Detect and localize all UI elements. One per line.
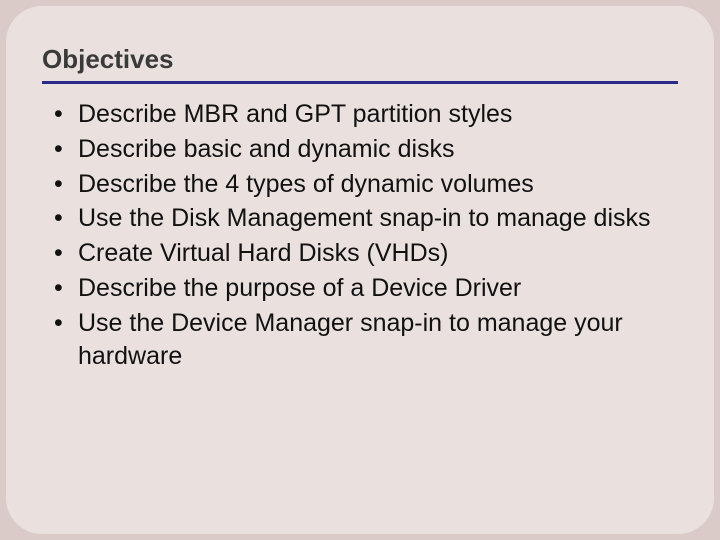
list-item: Describe the 4 types of dynamic volumes bbox=[48, 168, 678, 202]
page-title: Objectives bbox=[42, 44, 678, 75]
list-item: Use the Device Manager snap-in to manage… bbox=[48, 307, 678, 375]
slide: Objectives Describe MBR and GPT partitio… bbox=[6, 6, 714, 534]
list-item: Describe the purpose of a Device Driver bbox=[48, 272, 678, 306]
objectives-list: Describe MBR and GPT partition styles De… bbox=[42, 98, 678, 374]
list-item: Create Virtual Hard Disks (VHDs) bbox=[48, 237, 678, 271]
list-item: Describe basic and dynamic disks bbox=[48, 133, 678, 167]
list-item: Use the Disk Management snap-in to manag… bbox=[48, 202, 678, 236]
title-underline bbox=[42, 81, 678, 84]
list-item: Describe MBR and GPT partition styles bbox=[48, 98, 678, 132]
